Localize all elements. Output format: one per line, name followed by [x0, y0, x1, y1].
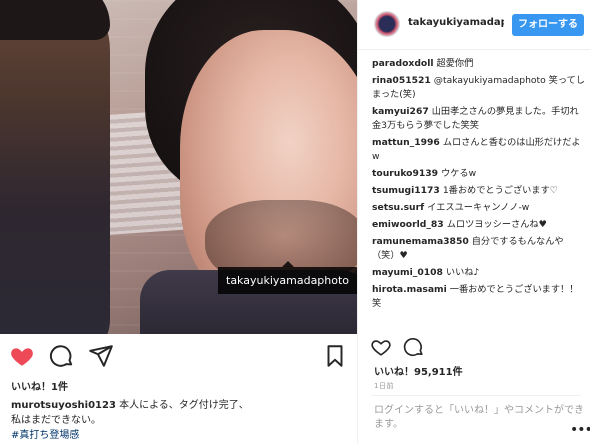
comment-username[interactable]: touruko9139: [372, 168, 438, 179]
comment-item: tsumugi1173 1番おめでとうございます♡: [372, 184, 586, 198]
comment-text: イエスユーキャンノノ-w: [427, 202, 530, 213]
comment-item: hirota.masami 一番おめでとうございます！！笑: [372, 283, 586, 311]
comment-list: paradoxdoll 超愛你們 rina051521 @takayukiyamada…: [372, 57, 586, 337]
comment-item: rina051521 @takayukiyamadaphoto 笑ってしまった(笑…: [372, 74, 586, 102]
comment-item: kamyui267 山田孝之さんの夢見ました。手切れ金3万もらう夢でした笑笑: [372, 105, 586, 133]
photo-person-left: [0, 0, 110, 334]
post-username[interactable]: takayukiyamadapl: [408, 17, 504, 28]
comment-username[interactable]: tsumugi1173: [372, 185, 440, 196]
comment-username[interactable]: rina051521: [372, 75, 431, 86]
bookmark-icon[interactable]: [322, 343, 348, 369]
more-options-icon[interactable]: •••: [570, 422, 590, 438]
photo-person-left-hair: [0, 0, 110, 40]
post-photo[interactable]: takayukiyamadaphoto: [0, 0, 357, 334]
comment-item: mayumi_0108 いいね♪: [372, 266, 586, 280]
comment-item: paradoxdoll 超愛你們: [372, 57, 586, 71]
comment-text: 1番おめでとうございます♡: [442, 185, 558, 196]
post-actions-right: [370, 336, 570, 358]
comment-username[interactable]: setsu.surf: [372, 202, 424, 213]
comment-item: mattun_1996 ムロさんと香むのは山形だけだよw: [372, 136, 586, 164]
comment-username[interactable]: mattun_1996: [372, 137, 440, 148]
post-actions: [9, 343, 349, 369]
comment-username[interactable]: emiwoorld_83: [372, 219, 444, 230]
comment-item: touruko9139 ウケるw: [372, 167, 586, 181]
comment-username[interactable]: mayumi_0108: [372, 267, 443, 278]
post-caption: murotsuyoshi0123 本人による、タグ付け完了、 私はまだできない。…: [11, 398, 346, 443]
like-count[interactable]: いいね！1件: [11, 378, 68, 393]
comment-text: ウケるw: [441, 168, 477, 179]
heart-filled-icon[interactable]: [9, 343, 35, 369]
post-timestamp: 1日前: [374, 382, 394, 390]
comment-item: setsu.surf イエスユーキャンノノ-w: [372, 201, 586, 215]
login-prompt: ログインすると「いいね！」やコメントができます。: [374, 404, 584, 432]
caption-username[interactable]: murotsuyoshi0123: [11, 400, 116, 411]
comment-username[interactable]: paradoxdoll: [372, 58, 434, 69]
comment-item: emiwoorld_83 ムロツヨッシーさんね♥: [372, 218, 586, 232]
comment-username[interactable]: hirota.masami: [372, 284, 447, 295]
comment-text: ムロツヨッシーさんね♥: [446, 219, 547, 230]
comment-username[interactable]: ramunemama3850: [372, 236, 469, 247]
like-count-right[interactable]: いいね！95,911件: [374, 363, 463, 378]
divider: [371, 395, 581, 396]
comment-icon[interactable]: [49, 343, 75, 369]
login-link[interactable]: ログイン: [374, 405, 414, 416]
user-tag-label[interactable]: takayukiyamadaphoto: [218, 261, 357, 294]
comment-username[interactable]: kamyui267: [372, 106, 429, 117]
comment-icon-right[interactable]: [403, 336, 429, 362]
post-header: takayukiyamadapl フォローする: [358, 0, 590, 50]
heart-outline-icon[interactable]: [370, 336, 396, 362]
follow-button[interactable]: フォローする: [512, 14, 584, 36]
comment-text: いいね♪: [445, 267, 480, 278]
share-icon[interactable]: [88, 343, 114, 369]
comment-item: ramunemama3850 自分でするもんなんや（笑）♥: [372, 235, 586, 263]
post-left: takayukiyamadaphoto いいね！1件 murotsuyoshi0…: [0, 0, 357, 443]
caption-hashtag[interactable]: #真打ち登場感: [11, 430, 79, 441]
avatar[interactable]: [374, 11, 400, 37]
caption-text-line2: 私はまだできない。: [11, 415, 101, 426]
comment-text: 超愛你們: [436, 58, 474, 69]
caption-text-line1: 本人による、タグ付け完了、: [115, 400, 249, 411]
